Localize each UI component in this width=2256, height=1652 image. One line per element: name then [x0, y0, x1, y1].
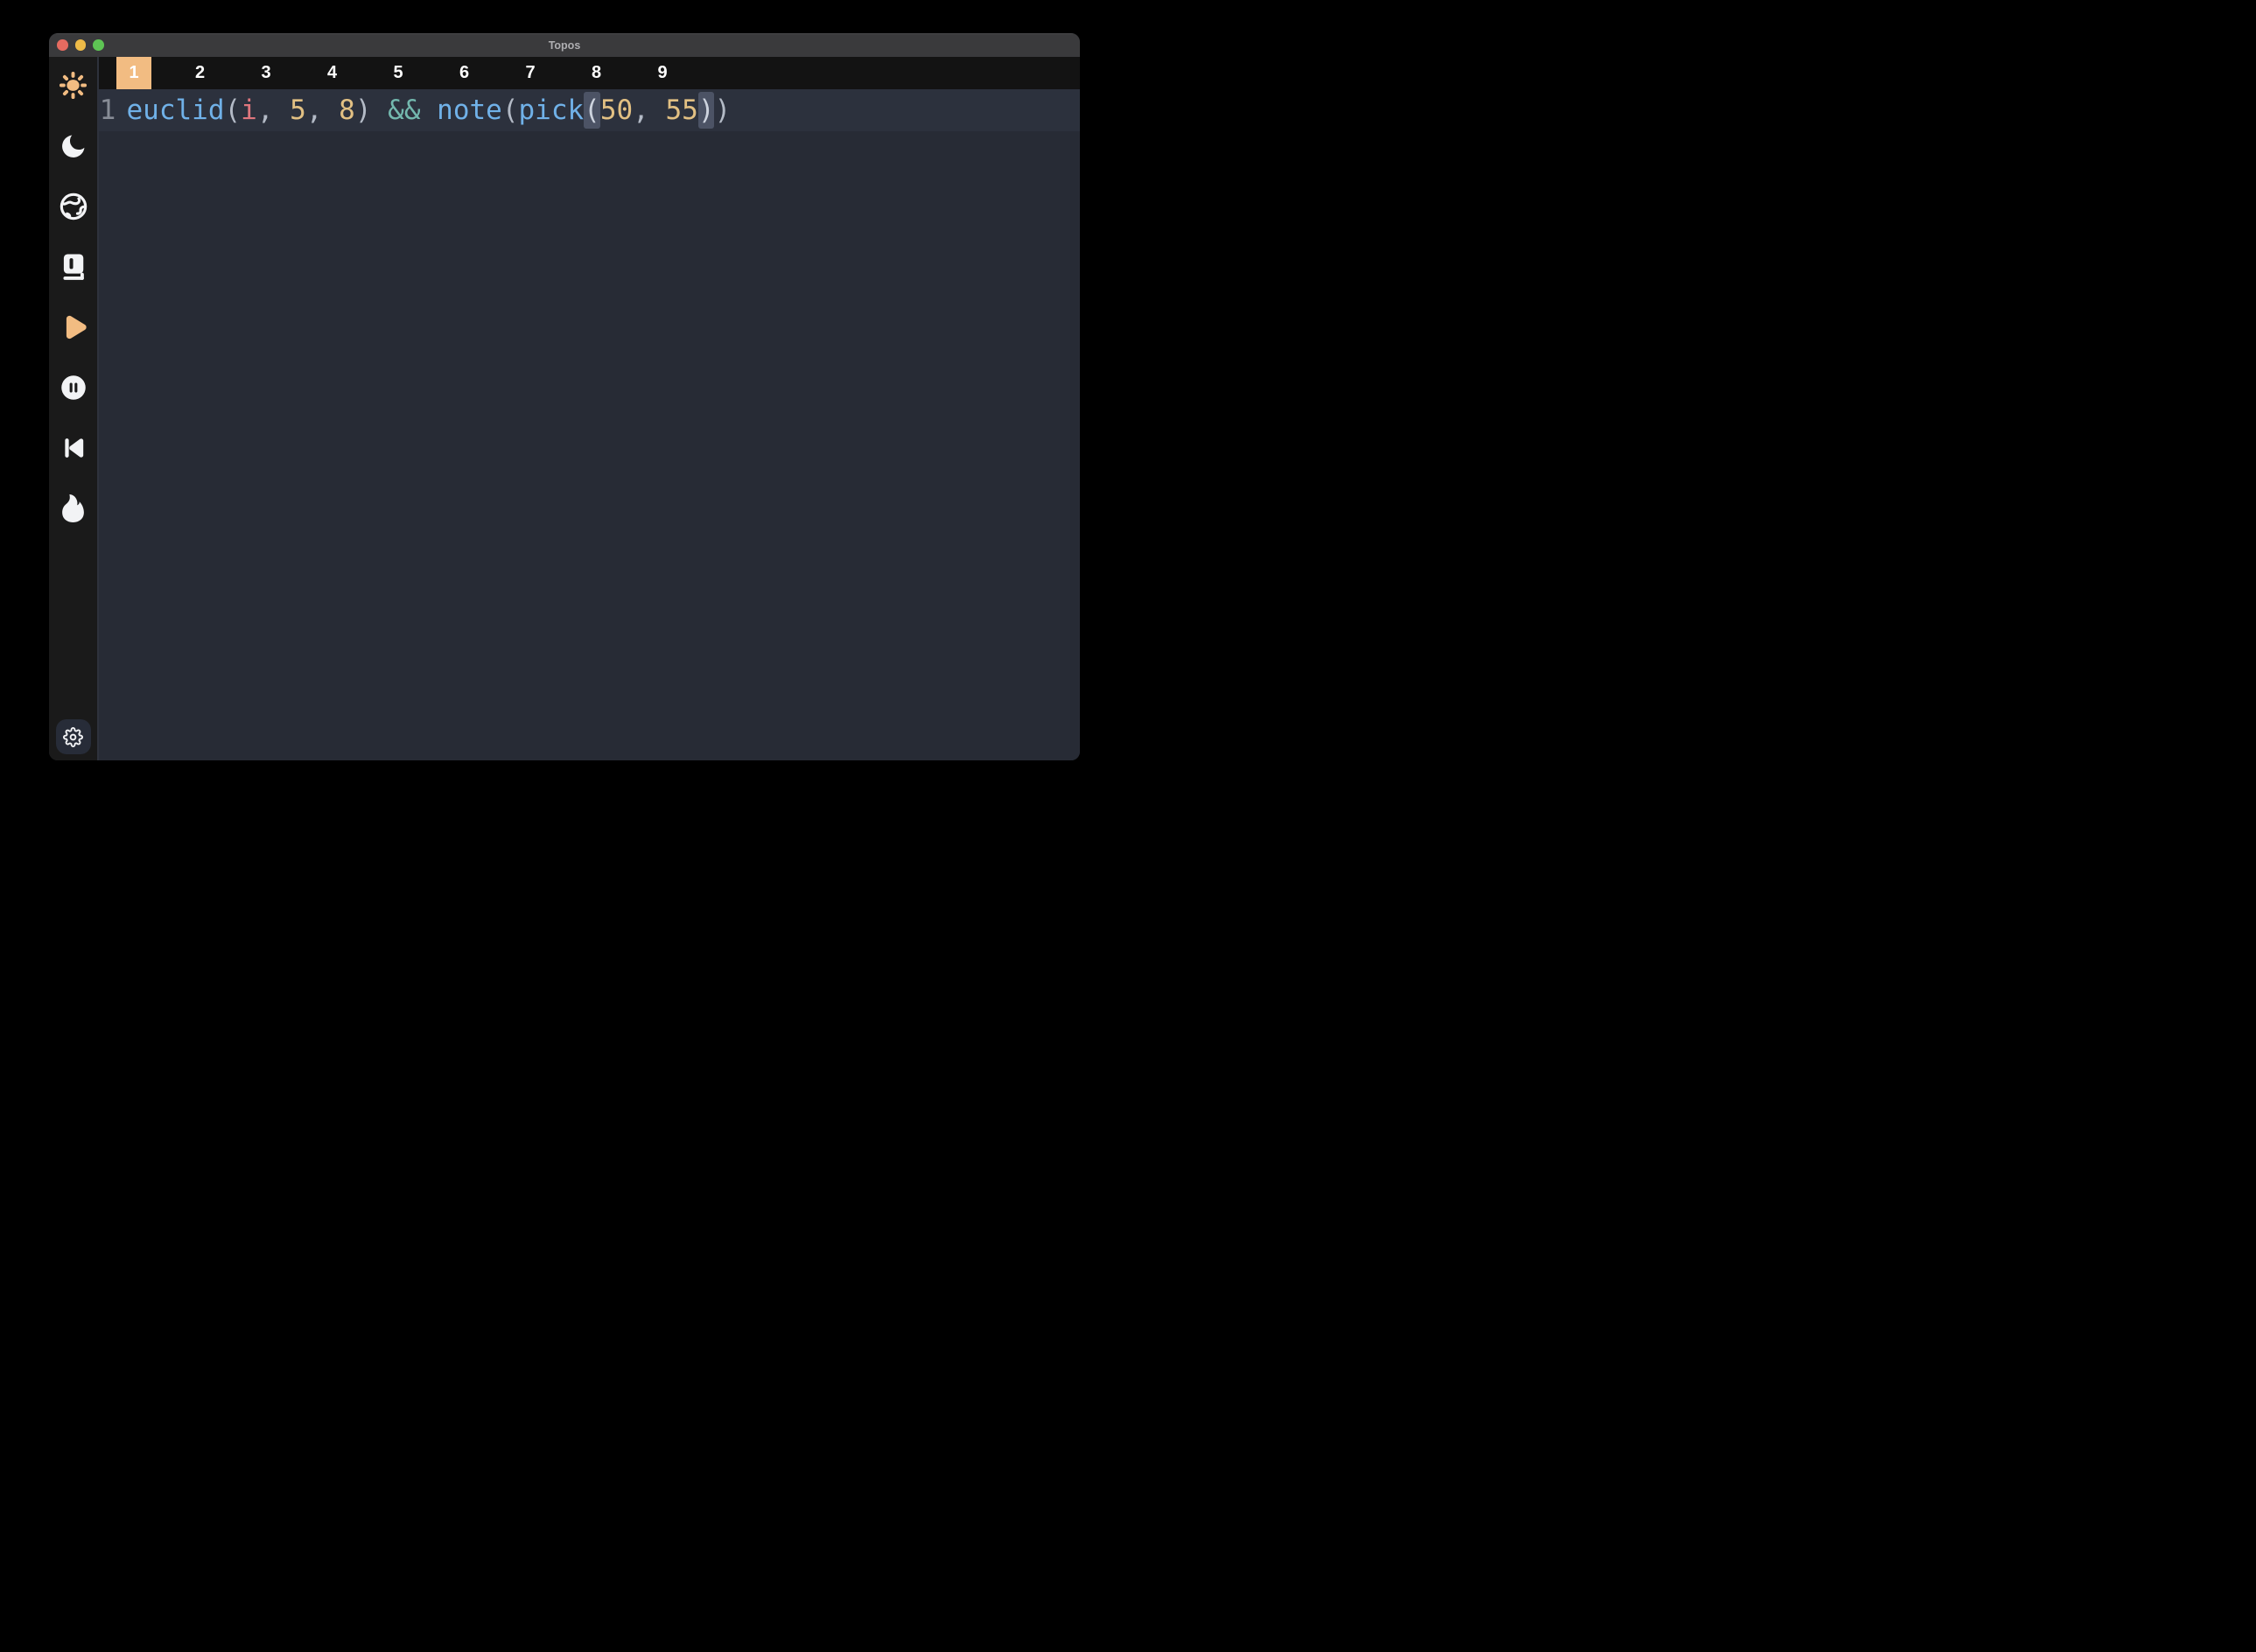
matched-bracket: (: [584, 92, 600, 129]
code-token: ,: [306, 94, 339, 126]
gear-icon: [63, 727, 83, 747]
tab-5[interactable]: 5: [381, 57, 416, 89]
code-token: 8: [339, 94, 355, 126]
code-token: &&: [388, 94, 420, 126]
code-token: ): [714, 94, 731, 126]
docs-button[interactable]: [56, 251, 91, 282]
code-token: ): [355, 94, 372, 126]
sidebar: [49, 57, 97, 760]
active-line: 1 euclid(i, 5, 8) && note(pick(50, 55)): [99, 89, 1080, 131]
book-icon: [58, 251, 89, 283]
code-token: [372, 94, 389, 126]
app-window: Topos: [49, 33, 1080, 760]
tab-bar: 123456789: [99, 57, 1080, 89]
tab-2[interactable]: 2: [183, 57, 218, 89]
window-title: Topos: [49, 39, 1080, 52]
globe-button[interactable]: [56, 191, 91, 221]
matched-bracket: ): [698, 92, 715, 129]
code-token: ,: [257, 94, 290, 126]
tab-6[interactable]: 6: [447, 57, 482, 89]
pause-icon: [59, 373, 88, 402]
window-body: 123456789 1 euclid(i, 5, 8) && note(pick…: [49, 57, 1080, 760]
code-token: euclid: [127, 94, 225, 126]
code-line: euclid(i, 5, 8) && note(pick(50, 55)): [127, 94, 732, 126]
skip-back-button[interactable]: [56, 432, 91, 463]
titlebar[interactable]: Topos: [49, 33, 1080, 57]
flame-button[interactable]: [56, 493, 91, 523]
tab-4[interactable]: 4: [315, 57, 350, 89]
tab-7[interactable]: 7: [513, 57, 548, 89]
play-button[interactable]: [56, 312, 91, 342]
code-token: (: [224, 94, 241, 126]
skip-back-icon: [59, 433, 88, 463]
code-token: 50: [600, 94, 633, 126]
tab-3[interactable]: 3: [249, 57, 284, 89]
globe-icon: [58, 191, 89, 222]
tab-1[interactable]: 1: [116, 57, 151, 89]
pause-button[interactable]: [56, 372, 91, 402]
code-token: pick: [519, 94, 585, 126]
settings-button[interactable]: [56, 719, 91, 754]
tab-8[interactable]: 8: [579, 57, 614, 89]
play-icon: [58, 312, 89, 343]
sun-icon: [58, 70, 88, 101]
code-token: (: [502, 94, 519, 126]
main-area: 123456789 1 euclid(i, 5, 8) && note(pick…: [97, 57, 1080, 760]
tab-9[interactable]: 9: [645, 57, 680, 89]
code-token: 5: [290, 94, 306, 126]
code-token: 55: [665, 94, 697, 126]
code-token: [421, 94, 438, 126]
code-token: ,: [633, 94, 665, 126]
line-number: 1: [99, 94, 116, 126]
code-token: i: [241, 94, 257, 126]
code-token: note: [437, 94, 502, 126]
moon-icon: [59, 131, 88, 161]
code-editor[interactable]: 1 euclid(i, 5, 8) && note(pick(50, 55)): [99, 89, 1080, 760]
light-theme-button[interactable]: [56, 70, 91, 101]
dark-theme-button[interactable]: [56, 130, 91, 161]
flame-icon: [59, 494, 88, 522]
